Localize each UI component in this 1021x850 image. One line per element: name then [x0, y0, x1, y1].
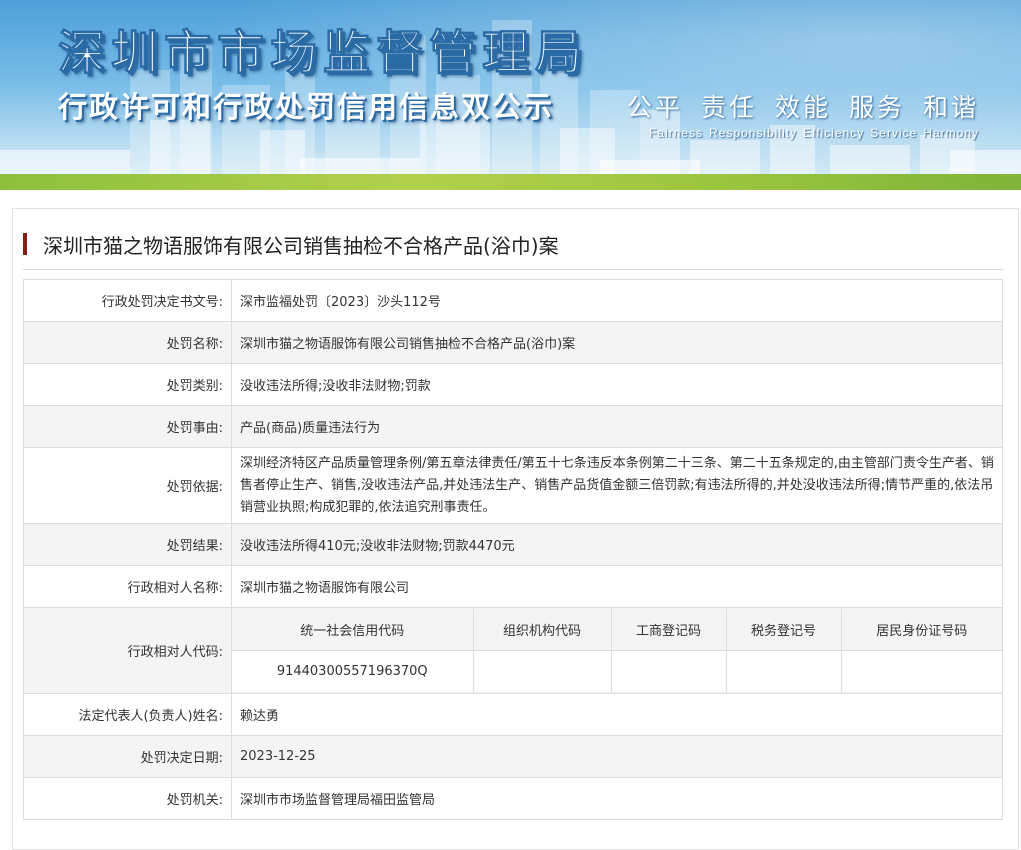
authority-value: 深圳市市场监督管理局福田监管局 [231, 777, 1003, 820]
slogan-word-en: Fairness [649, 126, 704, 140]
agency-title: 深圳市市场监督管理局 [58, 26, 588, 82]
credit-code-header: 统一社会信用代码 [232, 609, 474, 651]
legal-rep-label: 法定代表人(负责人)姓名: [23, 693, 232, 736]
table-row: 处罚机关: 深圳市市场监督管理局福田监管局 [23, 777, 1003, 820]
table-row: 处罚决定日期: 2023-12-25 [23, 735, 1003, 778]
doc-no-value: 深市监福处罚〔2023〕沙头112号 [231, 279, 1003, 322]
case-detail-panel: 深圳市猫之物语服饰有限公司销售抽检不合格产品(浴巾)案 行政处罚决定书文号: 深… [12, 208, 1019, 850]
slogan: 公平 责任 效能 服务 和谐 Fairness Responsibility Efficie… [609, 88, 979, 140]
table-row: 处罚结果: 没收违法所得410元;没收非法财物;罚款4470元 [23, 523, 1003, 566]
penalty-name-value: 深圳市猫之物语服饰有限公司销售抽检不合格产品(浴巾)案 [231, 321, 1003, 364]
penalty-result-label: 处罚结果: [23, 523, 232, 566]
table-row: 法定代表人(负责人)姓名: 赖达勇 [23, 693, 1003, 736]
business-reg-header: 工商登记码 [610, 609, 727, 651]
org-code-header: 组织机构代码 [472, 609, 612, 651]
party-code-label: 行政相对人代码: [23, 607, 232, 694]
penalty-category-value: 没收违法所得;没收非法财物;罚款 [231, 363, 1003, 406]
penalty-reason-value: 产品(商品)质量违法行为 [231, 405, 1003, 448]
party-name-value: 深圳市猫之物语服饰有限公司 [231, 565, 1003, 608]
tax-reg-value [725, 650, 842, 692]
slogan-word-en: Harmony [923, 126, 979, 140]
org-code-value [472, 650, 612, 692]
case-title: 深圳市猫之物语服饰有限公司销售抽检不合格产品(浴巾)案 [43, 234, 559, 258]
decision-date-label: 处罚决定日期: [23, 735, 232, 778]
grass-strip [0, 174, 1021, 190]
slogan-english: Fairness Responsibility Efficiency Service H… [609, 126, 979, 140]
decision-date-value: 2023-12-25 [231, 735, 1003, 778]
table-row: 处罚名称: 深圳市猫之物语服饰有限公司销售抽检不合格产品(浴巾)案 [23, 321, 1003, 364]
heading-accent-bar [23, 233, 27, 255]
code-value-row: 91440300557196370Q [232, 650, 1002, 692]
penalty-result-value: 没收违法所得410元;没收非法财物;罚款4470元 [231, 523, 1003, 566]
authority-label: 处罚机关: [23, 777, 232, 820]
penalty-reason-label: 处罚事由: [23, 405, 232, 448]
party-code-table: 统一社会信用代码 组织机构代码 工商登记码 税务登记号 居民身份证号码 9144… [232, 609, 1002, 692]
penalty-basis-label: 处罚依据: [23, 447, 232, 524]
slogan-word: 公平 [626, 93, 683, 122]
slogan-word-en: Efficiency [803, 126, 865, 140]
slogan-word: 服务 [848, 93, 905, 122]
id-card-value [840, 650, 1002, 692]
credit-code-value: 91440300557196370Q [232, 650, 474, 692]
table-row: 行政处罚决定书文号: 深市监福处罚〔2023〕沙头112号 [23, 279, 1003, 322]
slogan-word-en: Responsibility [709, 126, 798, 140]
doc-no-label: 行政处罚决定书文号: [23, 279, 232, 322]
table-row: 处罚事由: 产品(商品)质量违法行为 [23, 405, 1003, 448]
slogan-word: 和谐 [922, 93, 979, 122]
table-row: 行政相对人名称: 深圳市猫之物语服饰有限公司 [23, 565, 1003, 608]
slogan-chinese: 公平 责任 效能 服务 和谐 [609, 88, 979, 124]
slogan-word-en: Service [870, 126, 918, 140]
business-reg-value [610, 650, 727, 692]
case-heading: 深圳市猫之物语服饰有限公司销售抽检不合格产品(浴巾)案 [23, 227, 1003, 270]
code-header-row: 统一社会信用代码 组织机构代码 工商登记码 税务登记号 居民身份证号码 [232, 609, 1002, 651]
table-row: 处罚依据: 深圳经济特区产品质量管理条例/第五章法律责任/第五十七条违反本条例第… [23, 447, 1003, 524]
header-banner: 深圳市市场监督管理局 行政许可和行政处罚信用信息双公示 公平 责任 效能 服务 和谐 F… [0, 0, 1021, 190]
slogan-word: 效能 [774, 93, 831, 122]
party-code-cell: 统一社会信用代码 组织机构代码 工商登记码 税务登记号 居民身份证号码 9144… [231, 607, 1003, 694]
table-row: 处罚类别: 没收违法所得;没收非法财物;罚款 [23, 363, 1003, 406]
penalty-category-label: 处罚类别: [23, 363, 232, 406]
tax-reg-header: 税务登记号 [725, 609, 842, 651]
penalty-name-label: 处罚名称: [23, 321, 232, 364]
penalty-basis-value: 深圳经济特区产品质量管理条例/第五章法律责任/第五十七条违反本条例第二十三条、第… [231, 447, 1003, 524]
slogan-word: 责任 [700, 93, 757, 122]
case-info-table: 行政处罚决定书文号: 深市监福处罚〔2023〕沙头112号 处罚名称: 深圳市猫… [23, 279, 1003, 820]
table-row: 行政相对人代码: 统一社会信用代码 组织机构代码 工商登记码 税务登记号 居民身… [23, 607, 1003, 694]
banner-subtitle: 行政许可和行政处罚信用信息双公示 [58, 90, 555, 124]
id-card-header: 居民身份证号码 [840, 609, 1002, 651]
legal-rep-value: 赖达勇 [231, 693, 1003, 736]
party-name-label: 行政相对人名称: [23, 565, 232, 608]
